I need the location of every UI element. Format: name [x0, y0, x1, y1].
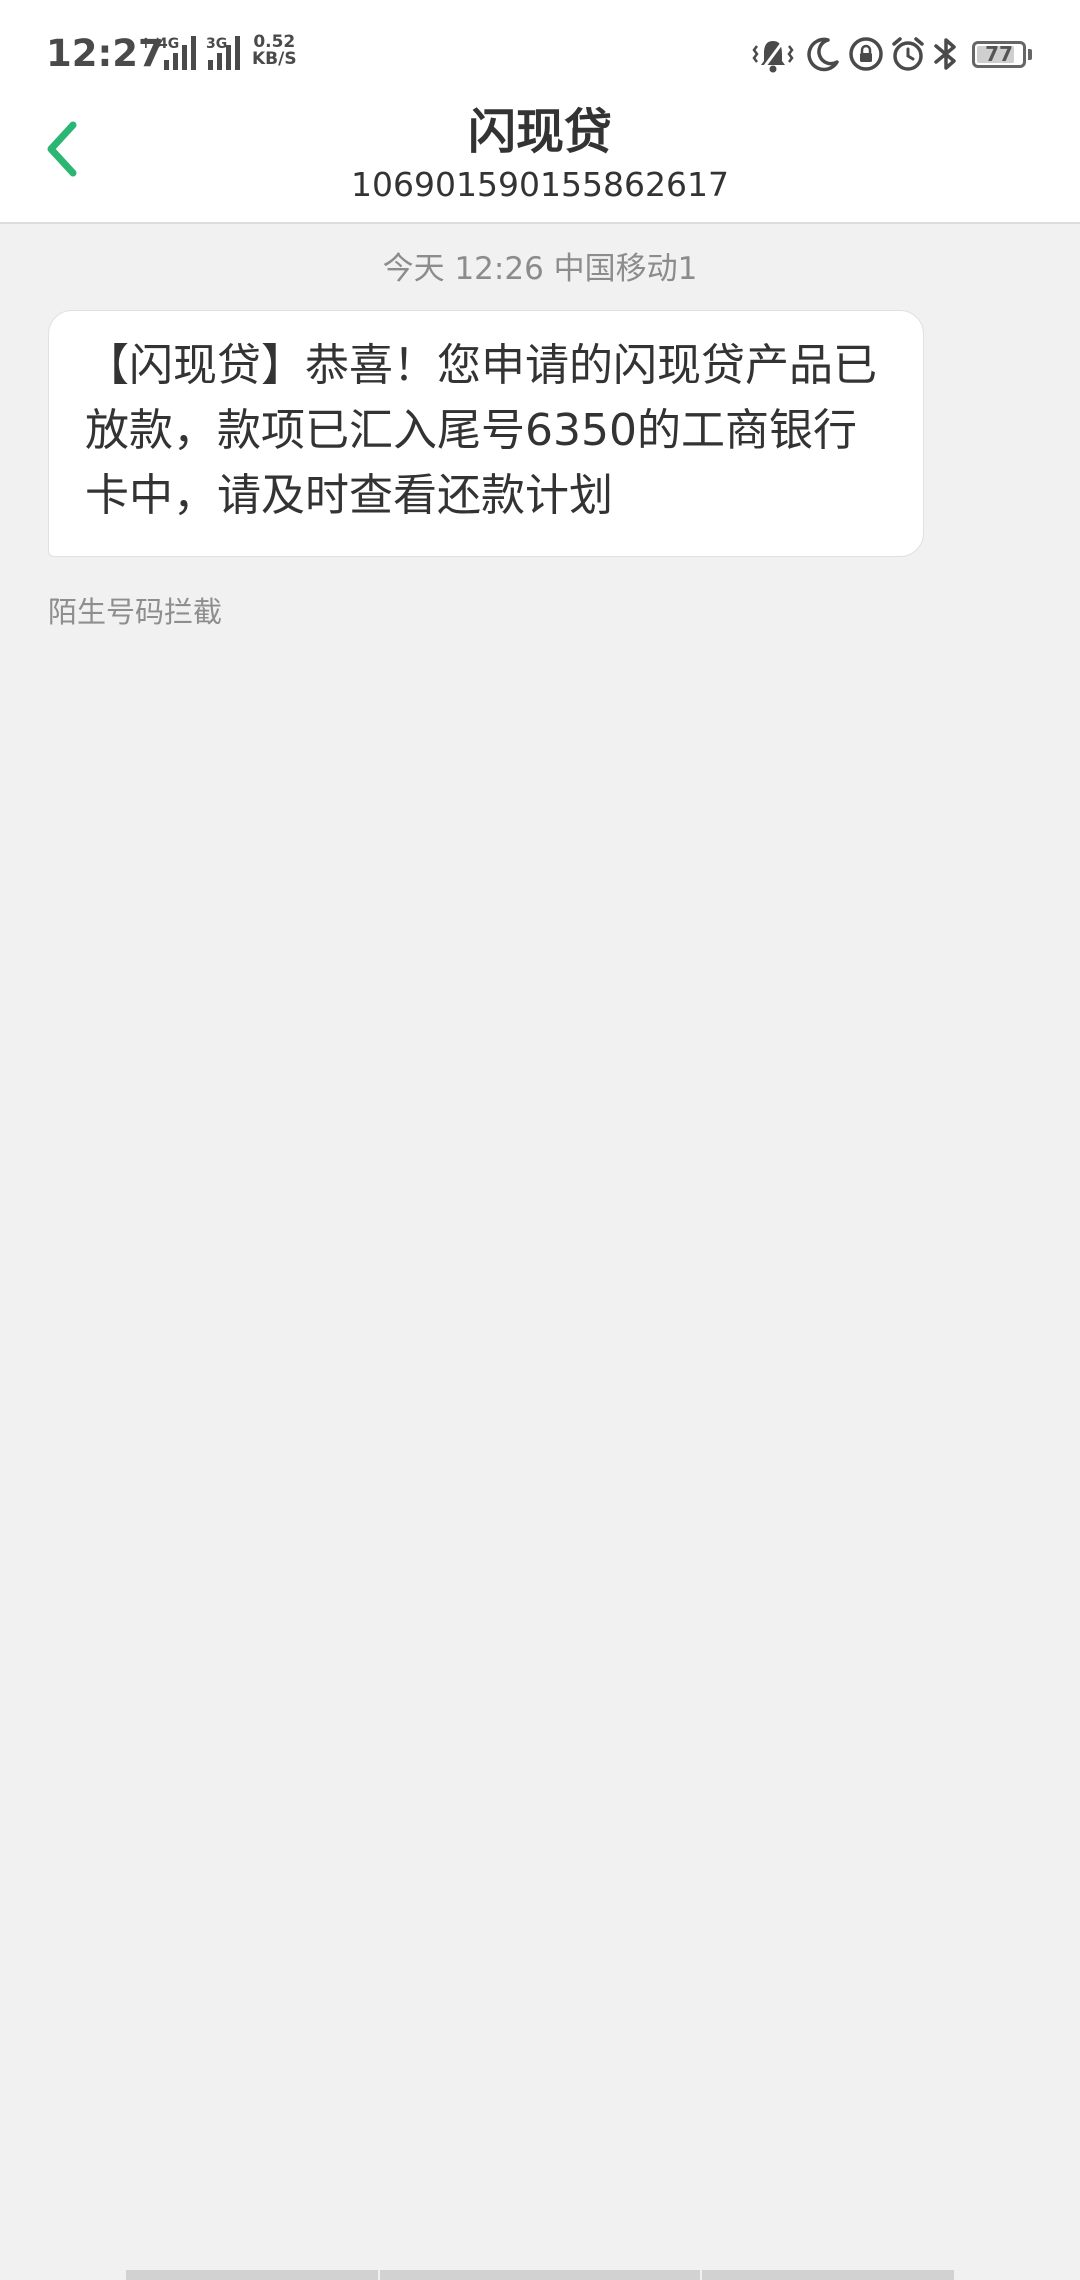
battery-icon: 77	[972, 41, 1026, 68]
gesture-bar-center[interactable]	[380, 2270, 700, 2280]
bluetooth-icon	[934, 38, 956, 70]
signal-2-icon	[208, 36, 240, 70]
network-speed: 0.52 KB/S	[252, 34, 297, 68]
vibrate-icon	[752, 38, 794, 73]
blocked-note: 陌生号码拦截	[48, 595, 223, 629]
network-speed-unit: KB/S	[252, 49, 297, 69]
gesture-bar-right[interactable]	[702, 2270, 954, 2280]
message-bubble[interactable]: 【闪现贷】恭喜！您申请的闪现贷产品已放款，款项已汇入尾号6350的工商银行卡中，…	[48, 310, 924, 557]
alarm-icon	[892, 37, 924, 71]
gesture-bar-left[interactable]	[126, 2270, 378, 2280]
contact-name: 闪现贷	[467, 104, 612, 160]
moon-icon	[807, 37, 839, 72]
rotation-lock-icon	[849, 37, 883, 71]
battery-tip	[1028, 49, 1032, 60]
message-timestamp: 今天 12:26 中国移动1	[382, 251, 698, 287]
battery-level: 77	[985, 42, 1013, 66]
conversation-header: 闪现贷 106901590155862617	[0, 100, 1080, 224]
contact-number: 106901590155862617	[351, 165, 729, 204]
status-bar: 12:27 ↑↓ 4G 3G 0.52 KB/S 77	[0, 0, 1080, 100]
signal-1-icon	[164, 36, 196, 70]
